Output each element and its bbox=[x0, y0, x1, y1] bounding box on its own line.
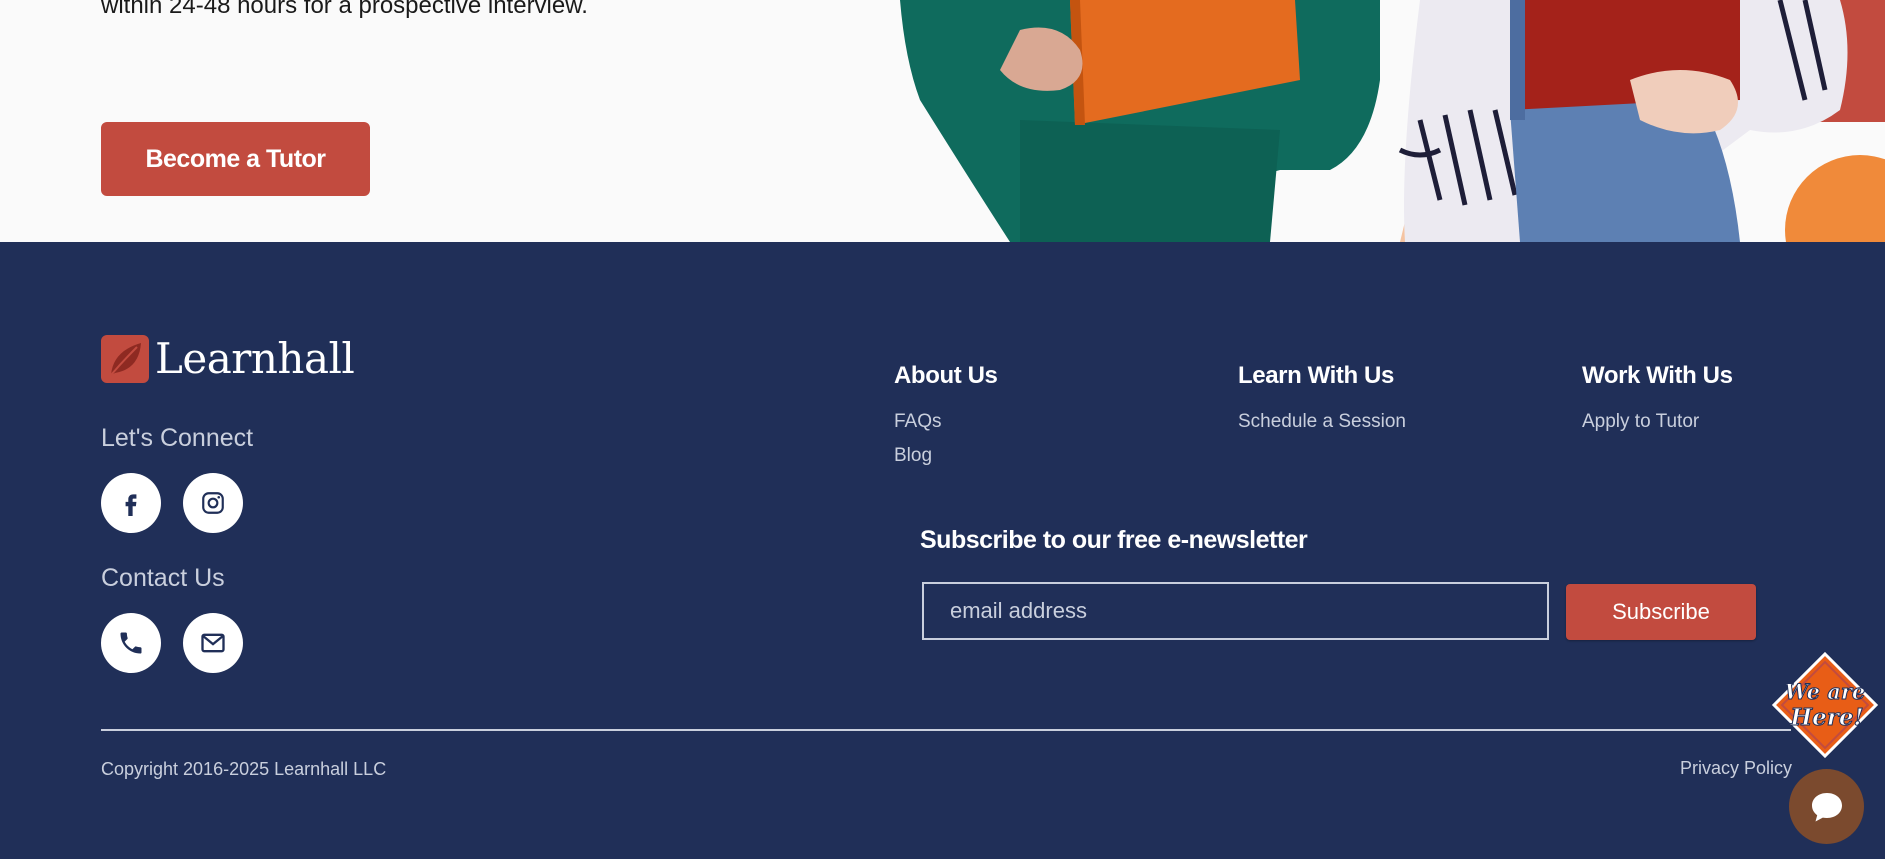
brand-logo[interactable]: Learnhall bbox=[101, 334, 355, 383]
blog-link[interactable]: Blog bbox=[894, 445, 932, 467]
site-footer: Learnhall Let's Connect Contact Us About… bbox=[0, 242, 1885, 859]
facebook-button[interactable] bbox=[101, 473, 161, 533]
connect-heading: Let's Connect bbox=[101, 424, 254, 452]
copyright-text: Copyright 2016-2025 Learnhall LLC bbox=[101, 759, 387, 779]
become-tutor-button[interactable]: Become a Tutor bbox=[101, 122, 370, 196]
footer-divider bbox=[101, 729, 1791, 731]
phone-icon bbox=[120, 632, 142, 654]
email-input[interactable] bbox=[922, 582, 1549, 640]
instagram-icon bbox=[202, 492, 224, 514]
leaf-logo-icon bbox=[101, 334, 149, 383]
chat-bubble-icon bbox=[1811, 792, 1842, 821]
subscribe-button[interactable]: Subscribe bbox=[1566, 584, 1756, 640]
apply-tutor-link[interactable]: Apply to Tutor bbox=[1582, 411, 1699, 433]
contact-heading: Contact Us bbox=[101, 564, 225, 592]
facebook-icon bbox=[125, 494, 137, 516]
schedule-session-link[interactable]: Schedule a Session bbox=[1238, 411, 1406, 433]
email-button[interactable] bbox=[183, 613, 243, 673]
privacy-policy-link[interactable]: Privacy Policy bbox=[1680, 758, 1792, 779]
we-are-here-badge[interactable]: We are Here! bbox=[1770, 650, 1880, 760]
learn-with-us-heading: Learn With Us bbox=[1238, 362, 1394, 389]
phone-button[interactable] bbox=[101, 613, 161, 673]
students-photo bbox=[900, 0, 1885, 242]
faqs-link[interactable]: FAQs bbox=[894, 411, 942, 433]
mail-icon bbox=[201, 633, 225, 653]
badge-line-1: We are bbox=[1785, 679, 1866, 704]
instagram-button[interactable] bbox=[183, 473, 243, 533]
newsletter-heading: Subscribe to our free e-newsletter bbox=[920, 526, 1308, 554]
hero-description: within 24-48 hours for a prospective int… bbox=[101, 0, 588, 19]
work-with-us-heading: Work With Us bbox=[1582, 362, 1733, 389]
brand-name: Learnhall bbox=[155, 334, 355, 383]
about-us-heading: About Us bbox=[894, 362, 998, 389]
chat-button[interactable] bbox=[1789, 769, 1864, 844]
badge-line-2: Here! bbox=[1789, 704, 1863, 731]
hero-section: within 24-48 hours for a prospective int… bbox=[0, 0, 1885, 242]
